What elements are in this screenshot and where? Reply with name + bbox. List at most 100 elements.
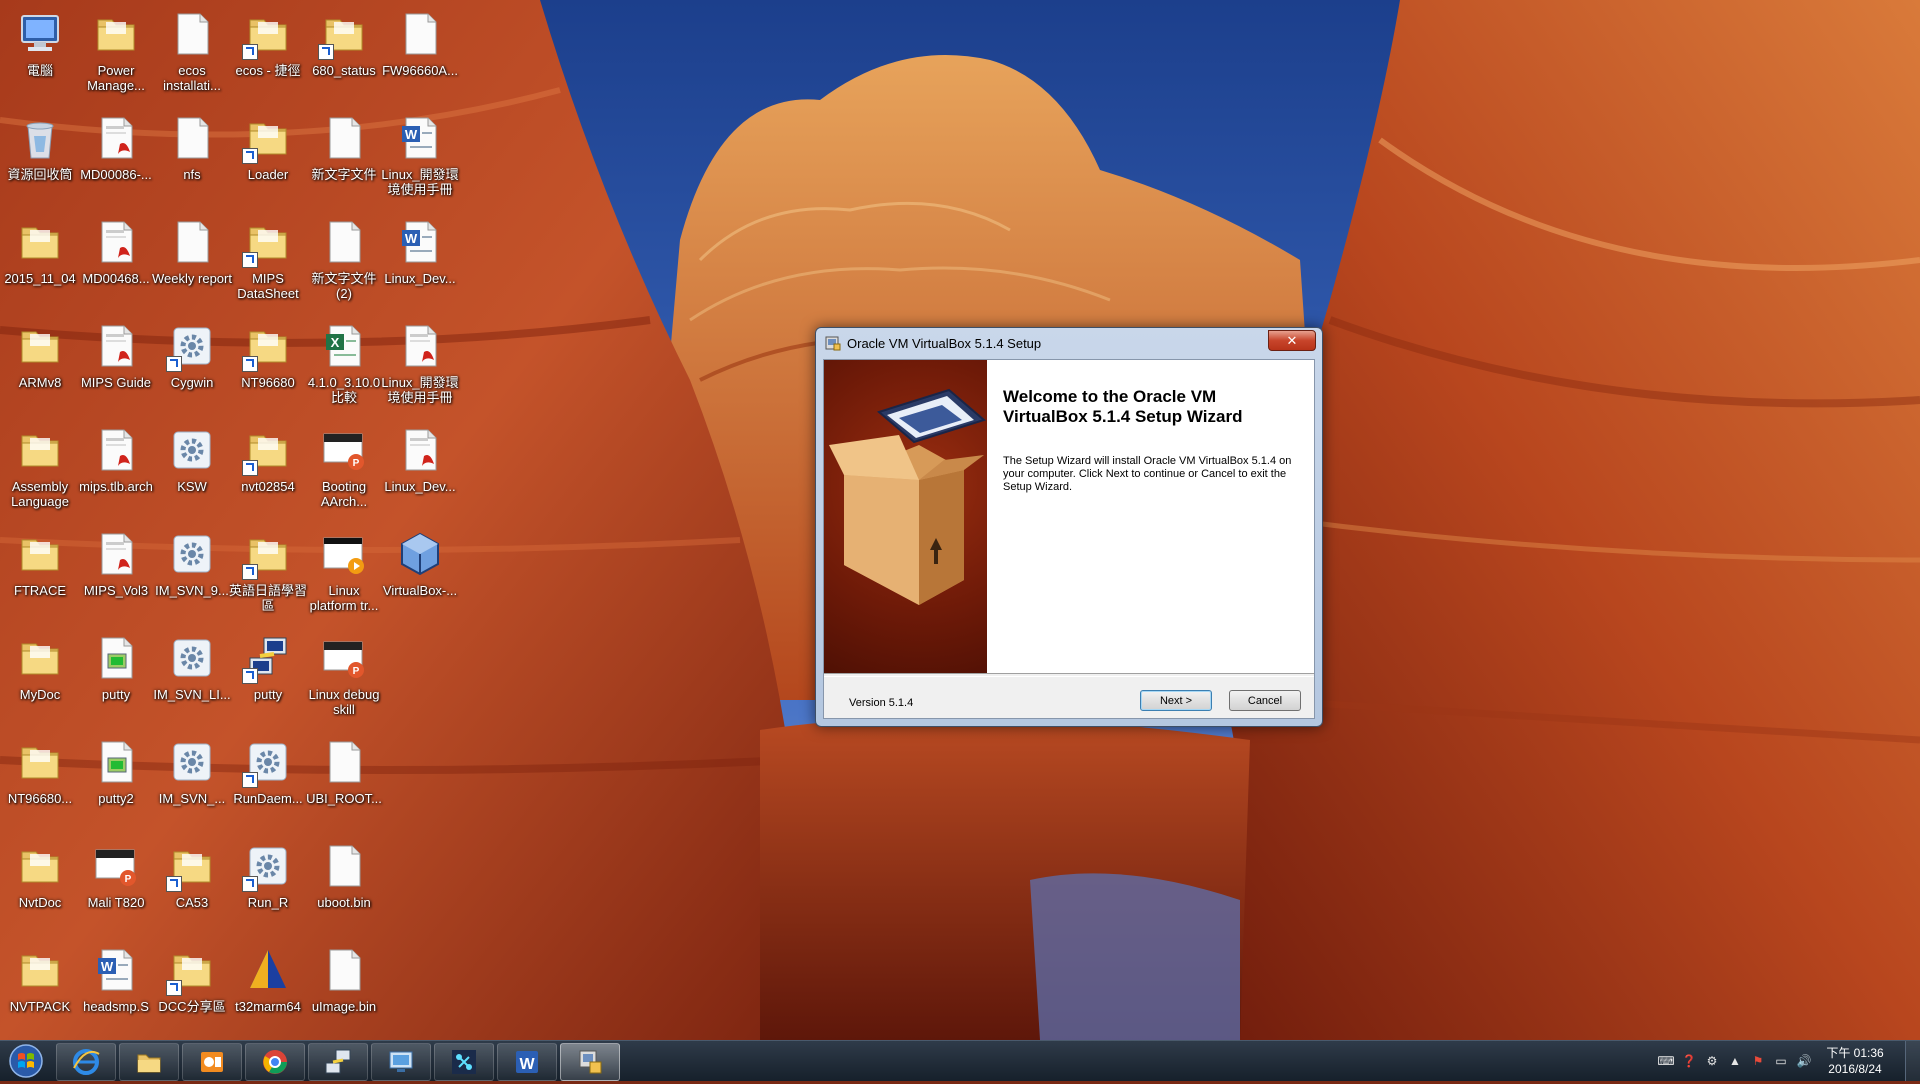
show-desktop-button[interactable]	[1905, 1041, 1920, 1081]
help-icon[interactable]: ❓	[1681, 1053, 1697, 1069]
windows-logo-icon	[9, 1044, 43, 1078]
desktop-icon[interactable]: MD00086-...	[76, 108, 156, 208]
desktop-icon[interactable]: putty	[228, 628, 308, 728]
desktop-icon[interactable]: 英語日語學習區	[228, 524, 308, 624]
desktop-icon-label: MyDoc	[19, 687, 61, 702]
desktop-icon[interactable]: nvt02854	[228, 420, 308, 520]
desktop-icon[interactable]: 電腦	[0, 4, 80, 104]
taskbar-virtualbox-setup-button[interactable]	[560, 1043, 620, 1081]
taskbar-chrome-button[interactable]	[245, 1043, 305, 1081]
desktop-icon[interactable]: Linux_Dev...	[380, 420, 460, 520]
desktop-icon[interactable]: Loader	[228, 108, 308, 208]
taskbar-remote-desktop-button[interactable]	[371, 1043, 431, 1081]
taskbar-outlook-button[interactable]	[182, 1043, 242, 1081]
clock-date: 2016/8/24	[1828, 1062, 1882, 1076]
shortcut-arrow-icon	[242, 564, 258, 580]
desktop-icon[interactable]: Weekly report	[152, 212, 232, 312]
desktop-icon[interactable]: putty2	[76, 732, 156, 832]
desktop-icon-label: NT96680	[241, 375, 295, 390]
next-button[interactable]: Next >	[1140, 690, 1212, 711]
desktop-icon[interactable]: P Booting AArch...	[304, 420, 384, 520]
shortcut-arrow-icon	[166, 876, 182, 892]
desktop-icon[interactable]: t32marm64	[228, 940, 308, 1040]
desktop-icon[interactable]: FTRACE	[0, 524, 80, 624]
desktop-icon-label: Linux_開發環境使用手冊	[381, 375, 459, 405]
desktop-icon[interactable]: mips.tlb.arch	[76, 420, 156, 520]
desktop-icon[interactable]: W Linux_開發環境使用手冊	[380, 108, 460, 208]
desktop-icon[interactable]: W Linux_Dev...	[380, 212, 460, 312]
desktop-icon[interactable]: putty	[76, 628, 156, 728]
desktop-icon-label: Run_R	[247, 895, 289, 910]
desktop-icon[interactable]: NT96680...	[0, 732, 80, 832]
desktop-icon[interactable]: 680_status	[304, 4, 384, 104]
action-center-flag-icon[interactable]: ⚑	[1750, 1053, 1766, 1069]
desktop-icon[interactable]: 資源回收筒	[0, 108, 80, 208]
pdf-icon	[92, 426, 140, 474]
desktop-icon[interactable]: uboot.bin	[304, 836, 384, 936]
file-icon	[396, 10, 444, 58]
desktop-icon[interactable]: VirtualBox-...	[380, 524, 460, 624]
desktop-icon[interactable]: ecos installati...	[152, 4, 232, 104]
desktop-icon[interactable]: uImage.bin	[304, 940, 384, 1040]
desktop-icon[interactable]: IM_SVN_9...	[152, 524, 232, 624]
folder-icon	[242, 10, 292, 60]
desktop-icon[interactable]: MyDoc	[0, 628, 80, 728]
desktop-icon[interactable]: 新文字文件 (2)	[304, 212, 384, 312]
close-button[interactable]: ✕	[1268, 330, 1316, 351]
desktop-icon[interactable]: 2015_11_04	[0, 212, 80, 312]
desktop-icon[interactable]: NvtDoc	[0, 836, 80, 936]
desktop-icon[interactable]: Linux platform tr...	[304, 524, 384, 624]
desktop-icon[interactable]: KSW	[152, 420, 232, 520]
taskbar-network-app-button[interactable]	[434, 1043, 494, 1081]
taskbar-putty-button[interactable]	[308, 1043, 368, 1081]
taskbar-file-explorer-button[interactable]	[119, 1043, 179, 1081]
desktop-icon[interactable]: nfs	[152, 108, 232, 208]
folder-icon	[16, 322, 64, 370]
svg-text:X: X	[331, 335, 340, 350]
video-icon	[320, 530, 368, 578]
keyboard-icon[interactable]: ⌨	[1657, 1053, 1674, 1069]
desktop-icon[interactable]: Linux_開發環境使用手冊	[380, 316, 460, 416]
desktop-icon[interactable]: Wheadsmp.S	[76, 940, 156, 1040]
desktop-icon[interactable]: IM_SVN_LI...	[152, 628, 232, 728]
desktop-icon[interactable]: MIPS Guide	[76, 316, 156, 416]
setup-titlebar[interactable]: Oracle VM VirtualBox 5.1.4 Setup ✕	[816, 328, 1322, 358]
desktop-icon[interactable]: FW96660A...	[380, 4, 460, 104]
desktop-icon-label: Weekly report	[152, 271, 232, 286]
desktop-icon[interactable]: Assembly Language	[0, 420, 80, 520]
desktop-icon[interactable]: MD00468...	[76, 212, 156, 312]
taskbar-clock[interactable]: 下午 01:36 2016/8/24	[1820, 1045, 1890, 1077]
desktop-icon[interactable]: NVTPACK	[0, 940, 80, 1040]
desktop-icon[interactable]: NT96680	[228, 316, 308, 416]
desktop-icon[interactable]: 新文字文件	[304, 108, 384, 208]
desktop-icon[interactable]: Power Manage...	[76, 4, 156, 104]
network-icon[interactable]: ▭	[1773, 1053, 1789, 1069]
remote-desktop-icon	[389, 1051, 413, 1072]
desktop-icon-label: FW96660A...	[382, 63, 458, 78]
cancel-button[interactable]: Cancel	[1229, 690, 1301, 711]
start-button[interactable]	[5, 1043, 47, 1079]
volume-icon[interactable]: 🔊	[1796, 1053, 1812, 1069]
taskbar-word-button[interactable]: W	[497, 1043, 557, 1081]
desktop-icon[interactable]: RunDaem...	[228, 732, 308, 832]
desktop-icon[interactable]: DCC分享區	[152, 940, 232, 1040]
installer-icon	[825, 336, 841, 351]
desktop-icon[interactable]: Run_R	[228, 836, 308, 936]
desktop-icon[interactable]: CA53	[152, 836, 232, 936]
folder-icon	[318, 10, 368, 60]
desktop-icon[interactable]: ecos - 捷徑	[228, 4, 308, 104]
show-hidden-icons-chevron-up-icon[interactable]: ▲	[1727, 1053, 1743, 1069]
word-icon: W	[396, 218, 444, 266]
desktop-icon[interactable]: P Mali T820	[76, 836, 156, 936]
desktop-icon[interactable]: UBI_ROOT...	[304, 732, 384, 832]
desktop-icon[interactable]: MIPS_Vol3	[76, 524, 156, 624]
desktop-icon[interactable]: P Linux debug skill	[304, 628, 384, 728]
desktop-icon[interactable]: X 4.1.0_3.10.0 比較	[304, 316, 384, 416]
desktop-icon[interactable]: ARMv8	[0, 316, 80, 416]
wrench-icon[interactable]: ⚙	[1704, 1053, 1720, 1069]
putty-file-icon	[92, 634, 140, 682]
desktop-icon[interactable]: IM_SVN_...	[152, 732, 232, 832]
desktop-icon[interactable]: MIPS DataSheet	[228, 212, 308, 312]
taskbar-internet-explorer-button[interactable]	[56, 1043, 116, 1081]
desktop-icon[interactable]: Cygwin	[152, 316, 232, 416]
